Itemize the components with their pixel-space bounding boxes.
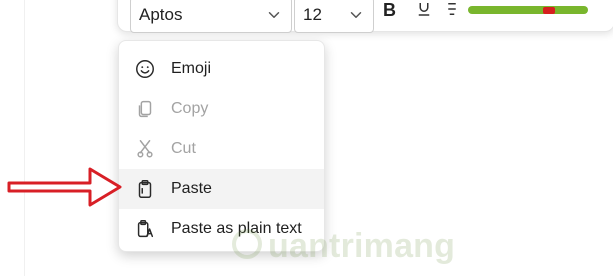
font-family-value: Aptos	[139, 5, 183, 24]
underline-icon[interactable]	[415, 0, 433, 18]
font-family-select[interactable]: Aptos	[130, 0, 292, 33]
screenshot-stage: Aptos 12 B Emoji Copy Cut Paste Paste as…	[0, 0, 613, 276]
context-menu-item-label: Cut	[171, 140, 196, 157]
strikethrough-icon[interactable]	[443, 0, 461, 18]
font-color-swatch[interactable]	[543, 7, 555, 14]
context-menu-item-emoji[interactable]: Emoji	[119, 49, 324, 89]
bold-button[interactable]: B	[383, 0, 396, 21]
watermark-text: uantrimang	[268, 227, 456, 265]
context-menu-item-copy: Copy	[119, 89, 324, 129]
highlight-color-swatch[interactable]	[468, 6, 588, 14]
font-size-value: 12	[303, 5, 322, 24]
context-menu-item-label: Copy	[171, 100, 209, 117]
chevron-down-icon	[268, 12, 280, 18]
formatting-toolbar: Aptos 12 B	[117, 0, 613, 33]
emoji-icon	[133, 57, 157, 81]
font-size-select[interactable]: 12	[294, 0, 374, 33]
arrow-annotation	[7, 167, 122, 207]
context-menu-item-label: Paste	[171, 180, 212, 197]
left-gutter-line	[24, 0, 25, 276]
chevron-down-icon	[350, 12, 362, 18]
watermark: uantrimang	[232, 217, 456, 275]
copy-icon	[133, 97, 157, 121]
paste-icon	[133, 177, 157, 201]
context-menu-item-label: Emoji	[171, 60, 212, 77]
context-menu-item-paste[interactable]: Paste	[119, 169, 324, 209]
paste-plain-text-icon	[133, 217, 157, 241]
cut-icon	[133, 137, 157, 161]
context-menu-item-cut: Cut	[119, 129, 324, 169]
watermark-logo-icon	[232, 229, 262, 259]
